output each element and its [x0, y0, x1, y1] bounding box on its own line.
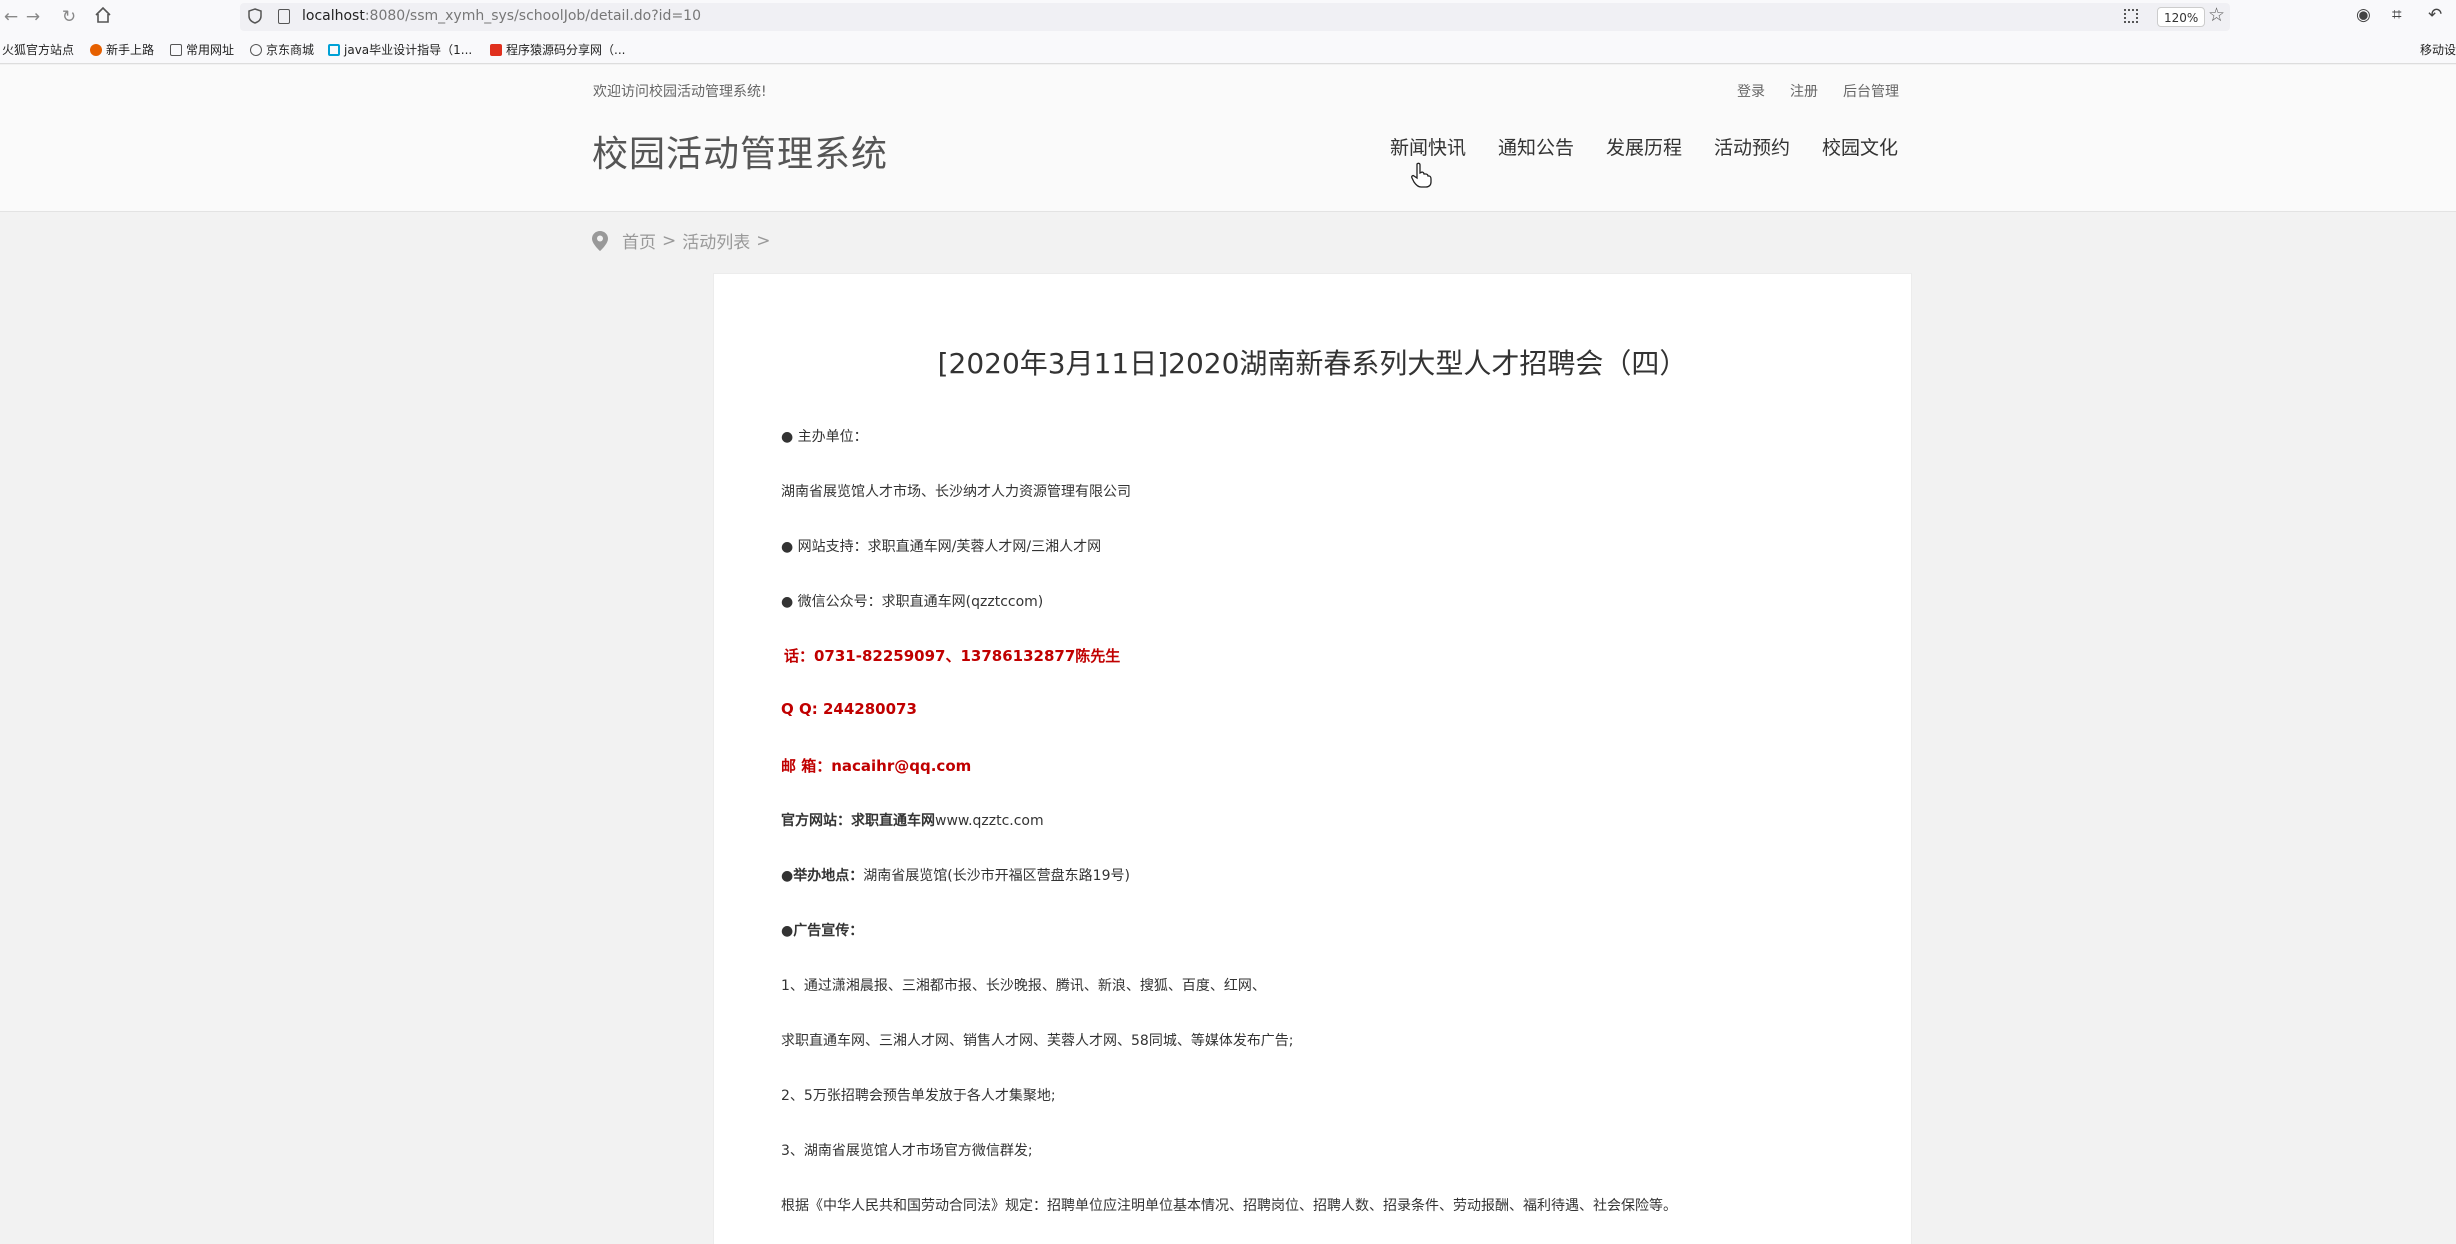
bilibili-icon: [328, 43, 340, 56]
article-paragraph: ● 主办单位：: [781, 429, 868, 445]
welcome-text: 欢迎访问校园活动管理系统!: [593, 84, 767, 100]
reload-icon[interactable]: ↻: [58, 6, 80, 28]
article-title: [2020年3月11日]2020湖南新春系列大型人才招聘会（四）: [937, 347, 1688, 380]
location-pin-icon: [592, 230, 608, 251]
folder-icon: [170, 43, 182, 56]
page-icon: [278, 9, 290, 24]
login-link[interactable]: 登录: [1737, 81, 1765, 101]
bookmark-item[interactable]: java毕业设计指导（1...: [328, 41, 472, 58]
article-paragraph: 湖南省展览馆人才市场、长沙纳才人力资源管理有限公司: [781, 484, 1131, 500]
admin-link[interactable]: 后台管理: [1843, 81, 1899, 101]
article-paragraph: ● 网站支持：求职直通车网/芙蓉人才网/三湘人才网: [781, 539, 1102, 555]
contact-phone: 话：0731-82259097、13786132877陈先生: [784, 647, 1121, 665]
url-text[interactable]: localhost:8080/ssm_xymh_sys/schoolJob/de…: [302, 8, 701, 24]
shield-icon[interactable]: [248, 8, 262, 24]
zoom-level[interactable]: 120%: [2157, 7, 2206, 27]
undo-icon[interactable]: ↶: [2428, 5, 2442, 25]
site-title[interactable]: 校园活动管理系统: [592, 125, 888, 177]
article-card: [2020年3月11日]2020湖南新春系列大型人才招聘会（四） ● 主办单位：…: [713, 273, 1912, 1244]
crop-icon[interactable]: ⌗: [2392, 5, 2402, 25]
breadcrumb-separator: >: [756, 230, 771, 251]
article-paragraph: ●广告宣传：: [781, 923, 864, 939]
forward-icon[interactable]: →: [22, 6, 44, 28]
qr-code-icon[interactable]: [2124, 9, 2138, 23]
contact-qq: Q Q: 244280073: [781, 700, 917, 718]
article-paragraph: 2、5万张招聘会预告单发放于各人才集聚地;: [781, 1088, 1056, 1104]
back-icon[interactable]: ←: [0, 6, 22, 28]
nav-activity-booking[interactable]: 活动预约: [1714, 133, 1790, 160]
home-icon[interactable]: [92, 6, 114, 28]
mobile-bookmarks[interactable]: 移动设: [2420, 41, 2456, 58]
account-icon[interactable]: ◉: [2356, 5, 2371, 25]
browser-toolbar: ← → ↻ localhost:8080/ssm_xymh_sys/school…: [0, 0, 2456, 34]
article-paragraph: ● 微信公众号：求职直通车网(qzztccom): [781, 594, 1044, 610]
article-paragraph: 3、湖南省展览馆人才市场官方微信群发;: [781, 1143, 1033, 1159]
hand-cursor-icon: [1411, 162, 1432, 188]
bookmark-item[interactable]: 京东商城: [250, 41, 314, 58]
bookmark-star-icon[interactable]: ☆: [2208, 4, 2225, 26]
breadcrumb: 首页 > 活动列表 >: [592, 228, 777, 253]
bookmark-item[interactable]: 新手上路: [90, 41, 154, 58]
bookmark-item[interactable]: 常用网址: [170, 41, 234, 58]
breadcrumb-home[interactable]: 首页: [622, 228, 656, 253]
breadcrumb-activity-list[interactable]: 活动列表: [682, 228, 750, 253]
article-paragraph: 根据《中华人民共和国劳动合同法》规定：招聘单位应注明单位基本情况、招聘岗位、招聘…: [781, 1198, 1677, 1214]
firefox-icon: [90, 43, 102, 56]
breadcrumb-separator: >: [662, 230, 677, 251]
csdn-icon: [490, 43, 502, 56]
nav-campus-culture[interactable]: 校园文化: [1822, 133, 1898, 160]
globe-icon: [250, 43, 262, 56]
nav-notices[interactable]: 通知公告: [1498, 133, 1574, 160]
bookmark-item[interactable]: 火狐官方站点: [2, 41, 74, 58]
article-paragraph: 求职直通车网、三湘人才网、销售人才网、芙蓉人才网、58同城、等媒体发布广告;: [781, 1033, 1294, 1049]
official-website: 官方网站：求职直通车网www.qzztc.com: [781, 813, 1044, 829]
nav-news[interactable]: 新闻快讯: [1390, 133, 1466, 160]
site-header: 欢迎访问校园活动管理系统! 登录 注册 后台管理 校园活动管理系统 新闻快讯 通…: [0, 65, 2456, 212]
article-paragraph: 1、通过潇湘晨报、三湘都市报、长沙晚报、腾讯、新浪、搜狐、百度、红网、: [781, 978, 1266, 994]
contact-email: 邮 箱：nacaihr@qq.com: [781, 757, 972, 775]
url-bar[interactable]: localhost:8080/ssm_xymh_sys/schoolJob/de…: [240, 3, 2230, 31]
bookmarks-bar: 火狐官方站点 新手上路 常用网址 京东商城 java毕业设计指导（1... 程序…: [0, 34, 2456, 64]
register-link[interactable]: 注册: [1790, 81, 1818, 101]
bookmark-item[interactable]: 程序猿源码分享网（...: [490, 41, 625, 58]
venue: ●举办地点：湖南省展览馆(长沙市开福区营盘东路19号): [781, 868, 1130, 884]
nav-history[interactable]: 发展历程: [1606, 133, 1682, 160]
